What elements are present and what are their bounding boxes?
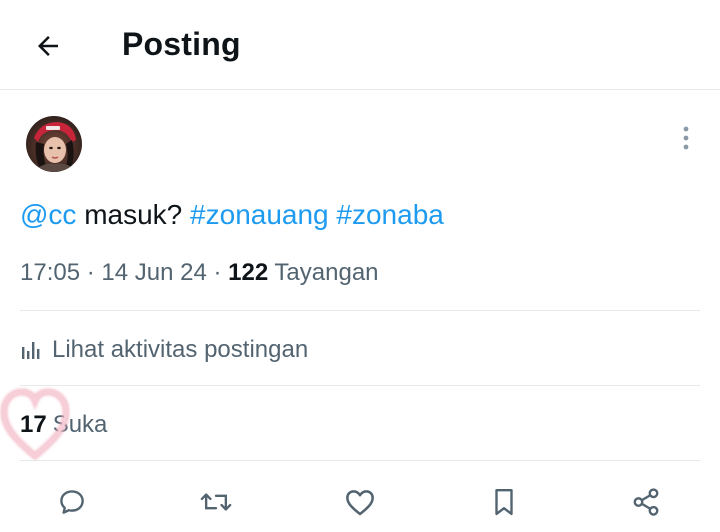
post-date[interactable]: 14 Jun 24 bbox=[101, 259, 206, 286]
likes-count-button[interactable]: 17 Suka bbox=[20, 408, 107, 442]
likes-label: Suka bbox=[52, 411, 108, 438]
avatar[interactable] bbox=[26, 116, 82, 172]
mention-link[interactable]: @cc bbox=[20, 199, 76, 230]
heart-icon bbox=[346, 490, 374, 516]
views-count: 122 bbox=[228, 259, 269, 286]
arrow-left-icon bbox=[38, 36, 58, 56]
page-title: Posting bbox=[122, 26, 241, 62]
repost-icon bbox=[200, 493, 232, 511]
post-body-text: masuk? bbox=[76, 199, 191, 230]
post-detail-screen: Posting @cc masuk? #zonauang #zonaba 17:… bbox=[0, 0, 720, 532]
divider bbox=[20, 460, 700, 461]
post-action-bar bbox=[0, 470, 720, 532]
repost-button[interactable] bbox=[196, 482, 236, 522]
bookmark-icon bbox=[495, 488, 513, 516]
hashtag-link[interactable]: #zonauang bbox=[190, 199, 329, 230]
activity-label: Lihat aktivitas postingan bbox=[52, 336, 309, 363]
divider bbox=[20, 310, 700, 311]
share-icon bbox=[633, 488, 659, 516]
post-meta: 17:05 · 14 Jun 24 · 122 Tayangan bbox=[20, 258, 379, 288]
reply-icon bbox=[60, 490, 84, 514]
likes-count: 17 bbox=[20, 411, 47, 438]
more-vertical-icon bbox=[683, 126, 689, 150]
divider bbox=[20, 385, 700, 386]
post-time[interactable]: 17:05 bbox=[20, 259, 80, 286]
like-button[interactable] bbox=[340, 482, 380, 522]
back-button[interactable] bbox=[24, 24, 72, 68]
views-label: Tayangan bbox=[268, 259, 379, 286]
share-button[interactable] bbox=[626, 482, 666, 522]
post-text: @cc masuk? #zonauang #zonaba bbox=[20, 198, 444, 232]
view-post-activity-button[interactable]: Lihat aktivitas postingan bbox=[20, 332, 308, 368]
avatar-image bbox=[26, 116, 82, 172]
meta-separator: · bbox=[206, 259, 229, 286]
top-app-bar: Posting bbox=[0, 0, 720, 90]
bookmark-button[interactable] bbox=[484, 482, 524, 522]
meta-separator: · bbox=[80, 259, 102, 286]
reply-button[interactable] bbox=[52, 482, 92, 522]
analytics-icon bbox=[22, 342, 40, 359]
more-options-button[interactable] bbox=[672, 124, 700, 152]
hashtag-link[interactable]: #zonaba bbox=[336, 199, 443, 230]
